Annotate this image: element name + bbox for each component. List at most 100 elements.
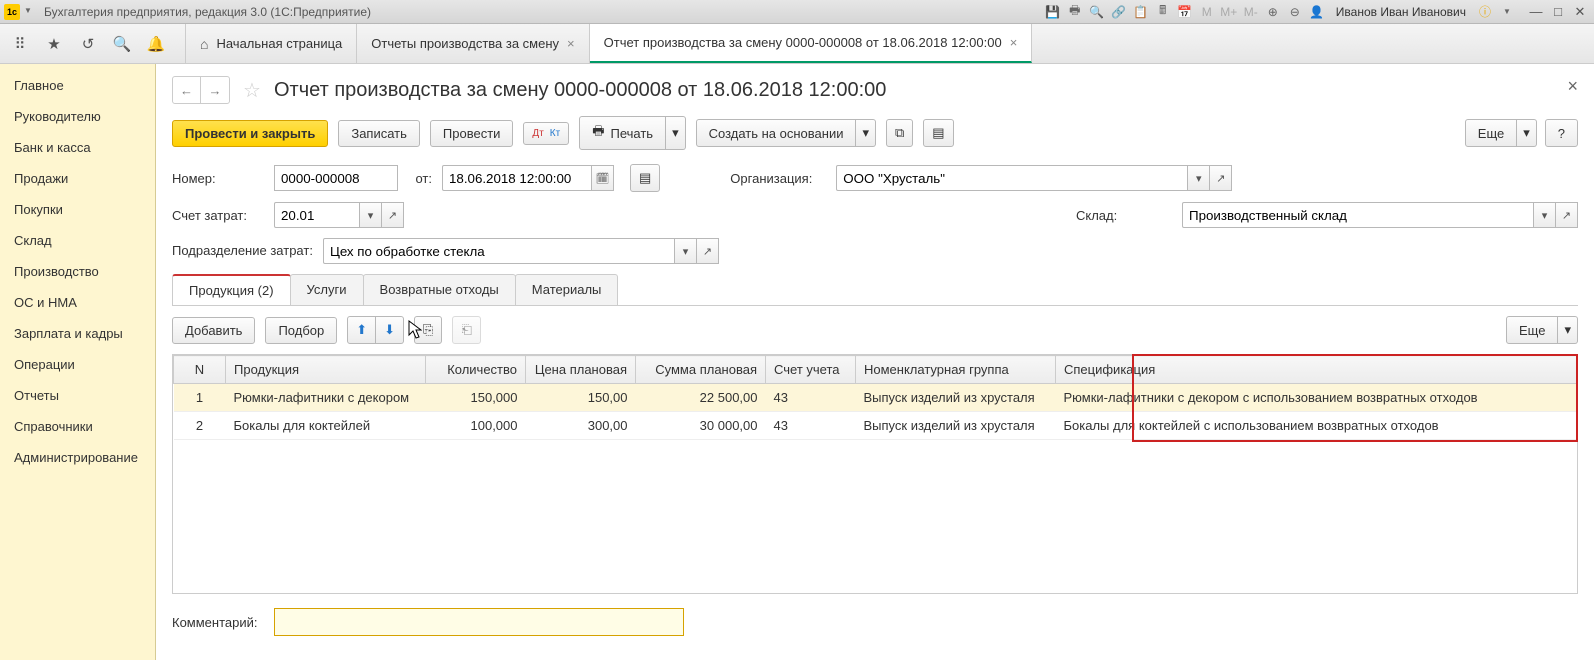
table-more-button[interactable]: Еще: [1506, 316, 1558, 344]
col-sum[interactable]: Сумма плановая: [636, 356, 766, 384]
apps-icon[interactable]: ⠿: [10, 34, 30, 54]
paste-rows-button[interactable]: ⎗: [452, 316, 480, 344]
warehouse-open-icon[interactable]: ↗: [1556, 202, 1578, 228]
sidebar-item-reports[interactable]: Отчеты: [0, 380, 155, 411]
sidebar-item-main[interactable]: Главное: [0, 70, 155, 101]
print-button[interactable]: 🖶Печать: [579, 116, 666, 150]
col-spec[interactable]: Спецификация: [1056, 356, 1577, 384]
org-open-icon[interactable]: ↗: [1210, 165, 1232, 191]
cost-account-field[interactable]: [274, 202, 360, 228]
date-ext-button[interactable]: ▤: [630, 164, 660, 192]
table-more-dropdown[interactable]: ▾: [1558, 316, 1578, 344]
calendar-icon[interactable]: 📅: [1176, 3, 1194, 21]
move-up-button[interactable]: ⬆: [347, 316, 376, 344]
post-button[interactable]: Провести: [430, 120, 514, 147]
sidebar-item-salary[interactable]: Зарплата и кадры: [0, 318, 155, 349]
sidebar-item-admin[interactable]: Администрирование: [0, 442, 155, 473]
app-menu-dropdown-icon[interactable]: ▼: [24, 6, 36, 18]
close-window-button[interactable]: ✕: [1570, 4, 1590, 20]
cost-account-dropdown-icon[interactable]: ▾: [360, 202, 382, 228]
search-icon[interactable]: 🔍: [1088, 3, 1106, 21]
table-row[interactable]: 1 Рюмки-лафитники с декором 150,000 150,…: [174, 384, 1577, 412]
col-n[interactable]: N: [174, 356, 226, 384]
warehouse-dropdown-icon[interactable]: ▾: [1534, 202, 1556, 228]
col-account[interactable]: Счет учета: [766, 356, 856, 384]
warehouse-field[interactable]: [1182, 202, 1534, 228]
col-product[interactable]: Продукция: [226, 356, 426, 384]
col-qty[interactable]: Количество: [426, 356, 526, 384]
forward-button[interactable]: →: [201, 77, 229, 103]
table-row[interactable]: 2 Бокалы для коктейлей 100,000 300,00 30…: [174, 412, 1577, 440]
minimize-button[interactable]: —: [1526, 4, 1546, 20]
org-field[interactable]: [836, 165, 1188, 191]
app-logo-icon: 1с: [4, 4, 20, 20]
sidebar-item-sales[interactable]: Продажи: [0, 163, 155, 194]
post-and-close-button[interactable]: Провести и закрыть: [172, 120, 328, 147]
search-toolbar-icon[interactable]: 🔍: [112, 34, 132, 54]
link-icon[interactable]: 🔗: [1110, 3, 1128, 21]
pick-button[interactable]: Подбор: [265, 317, 337, 344]
create-based-button[interactable]: Создать на основании: [696, 119, 857, 147]
dept-field[interactable]: [323, 238, 675, 264]
m-plus-icon[interactable]: M+: [1220, 3, 1238, 21]
tab-list-close-icon[interactable]: ×: [567, 36, 575, 51]
m-icon[interactable]: M: [1198, 3, 1216, 21]
inner-tab-services[interactable]: Услуги: [290, 274, 364, 305]
tab-document-close-icon[interactable]: ×: [1010, 35, 1018, 50]
print-icon[interactable]: 🖶: [1066, 3, 1084, 21]
tab-document[interactable]: Отчет производства за смену 0000-000008 …: [590, 24, 1033, 63]
col-group[interactable]: Номенклатурная группа: [856, 356, 1056, 384]
zoom-out-icon[interactable]: ⊖: [1286, 3, 1304, 21]
bell-icon[interactable]: 🔔: [146, 34, 166, 54]
sidebar-item-os-nma[interactable]: ОС и НМА: [0, 287, 155, 318]
m-minus-icon[interactable]: M-: [1242, 3, 1260, 21]
sidebar-item-purchases[interactable]: Покупки: [0, 194, 155, 225]
info-dropdown-icon[interactable]: ▼: [1498, 3, 1516, 21]
print-dropdown[interactable]: ▾: [666, 116, 686, 150]
star-icon[interactable]: ☆: [240, 78, 264, 102]
save-icon[interactable]: 💾: [1044, 3, 1062, 21]
more-dropdown[interactable]: ▾: [1517, 119, 1537, 147]
inner-tab-products[interactable]: Продукция (2): [172, 274, 291, 305]
table-wrap: N Продукция Количество Цена плановая Сум…: [172, 354, 1578, 594]
date-calendar-icon[interactable]: 🗓: [592, 165, 614, 191]
comment-field[interactable]: [274, 608, 684, 636]
history-icon[interactable]: ↺: [78, 34, 98, 54]
maximize-button[interactable]: □: [1548, 4, 1568, 20]
favorite-icon[interactable]: ★: [44, 34, 64, 54]
tab-list[interactable]: Отчеты производства за смену ×: [357, 24, 589, 63]
add-button[interactable]: Добавить: [172, 317, 255, 344]
dt-kt-button[interactable]: ДтКт: [523, 122, 569, 145]
col-price[interactable]: Цена плановая: [526, 356, 636, 384]
dept-dropdown-icon[interactable]: ▾: [675, 238, 697, 264]
more-button[interactable]: Еще: [1465, 119, 1517, 147]
inner-tab-returns[interactable]: Возвратные отходы: [363, 274, 516, 305]
inner-tab-materials[interactable]: Материалы: [515, 274, 619, 305]
sidebar-item-refs[interactable]: Справочники: [0, 411, 155, 442]
create-based-dropdown[interactable]: ▾: [856, 119, 876, 147]
sidebar-item-bank[interactable]: Банк и касса: [0, 132, 155, 163]
tab-home[interactable]: ⌂ Начальная страница: [186, 24, 357, 63]
structure-button[interactable]: ⧉: [886, 119, 913, 147]
user-name[interactable]: Иванов Иван Иванович: [1336, 5, 1466, 19]
sidebar-item-production[interactable]: Производство: [0, 256, 155, 287]
copy-rows-button[interactable]: ⎘: [414, 316, 442, 344]
calc-icon[interactable]: 🖩: [1154, 3, 1172, 21]
date-field[interactable]: [442, 165, 592, 191]
cost-account-open-icon[interactable]: ↗: [382, 202, 404, 228]
zoom-in-icon[interactable]: ⊕: [1264, 3, 1282, 21]
page-close-icon[interactable]: ×: [1567, 76, 1578, 97]
write-button[interactable]: Записать: [338, 120, 420, 147]
back-button[interactable]: ←: [173, 77, 201, 103]
info-icon[interactable]: ⓘ: [1476, 3, 1494, 21]
org-dropdown-icon[interactable]: ▾: [1188, 165, 1210, 191]
sidebar-item-manager[interactable]: Руководителю: [0, 101, 155, 132]
sidebar-item-warehouse[interactable]: Склад: [0, 225, 155, 256]
sidebar-item-operations[interactable]: Операции: [0, 349, 155, 380]
move-down-button[interactable]: ⬇: [376, 316, 404, 344]
attachments-button[interactable]: ▤: [923, 119, 953, 147]
number-field[interactable]: [274, 165, 398, 191]
help-button[interactable]: ?: [1545, 119, 1578, 147]
copy-icon[interactable]: 📋: [1132, 3, 1150, 21]
dept-open-icon[interactable]: ↗: [697, 238, 719, 264]
